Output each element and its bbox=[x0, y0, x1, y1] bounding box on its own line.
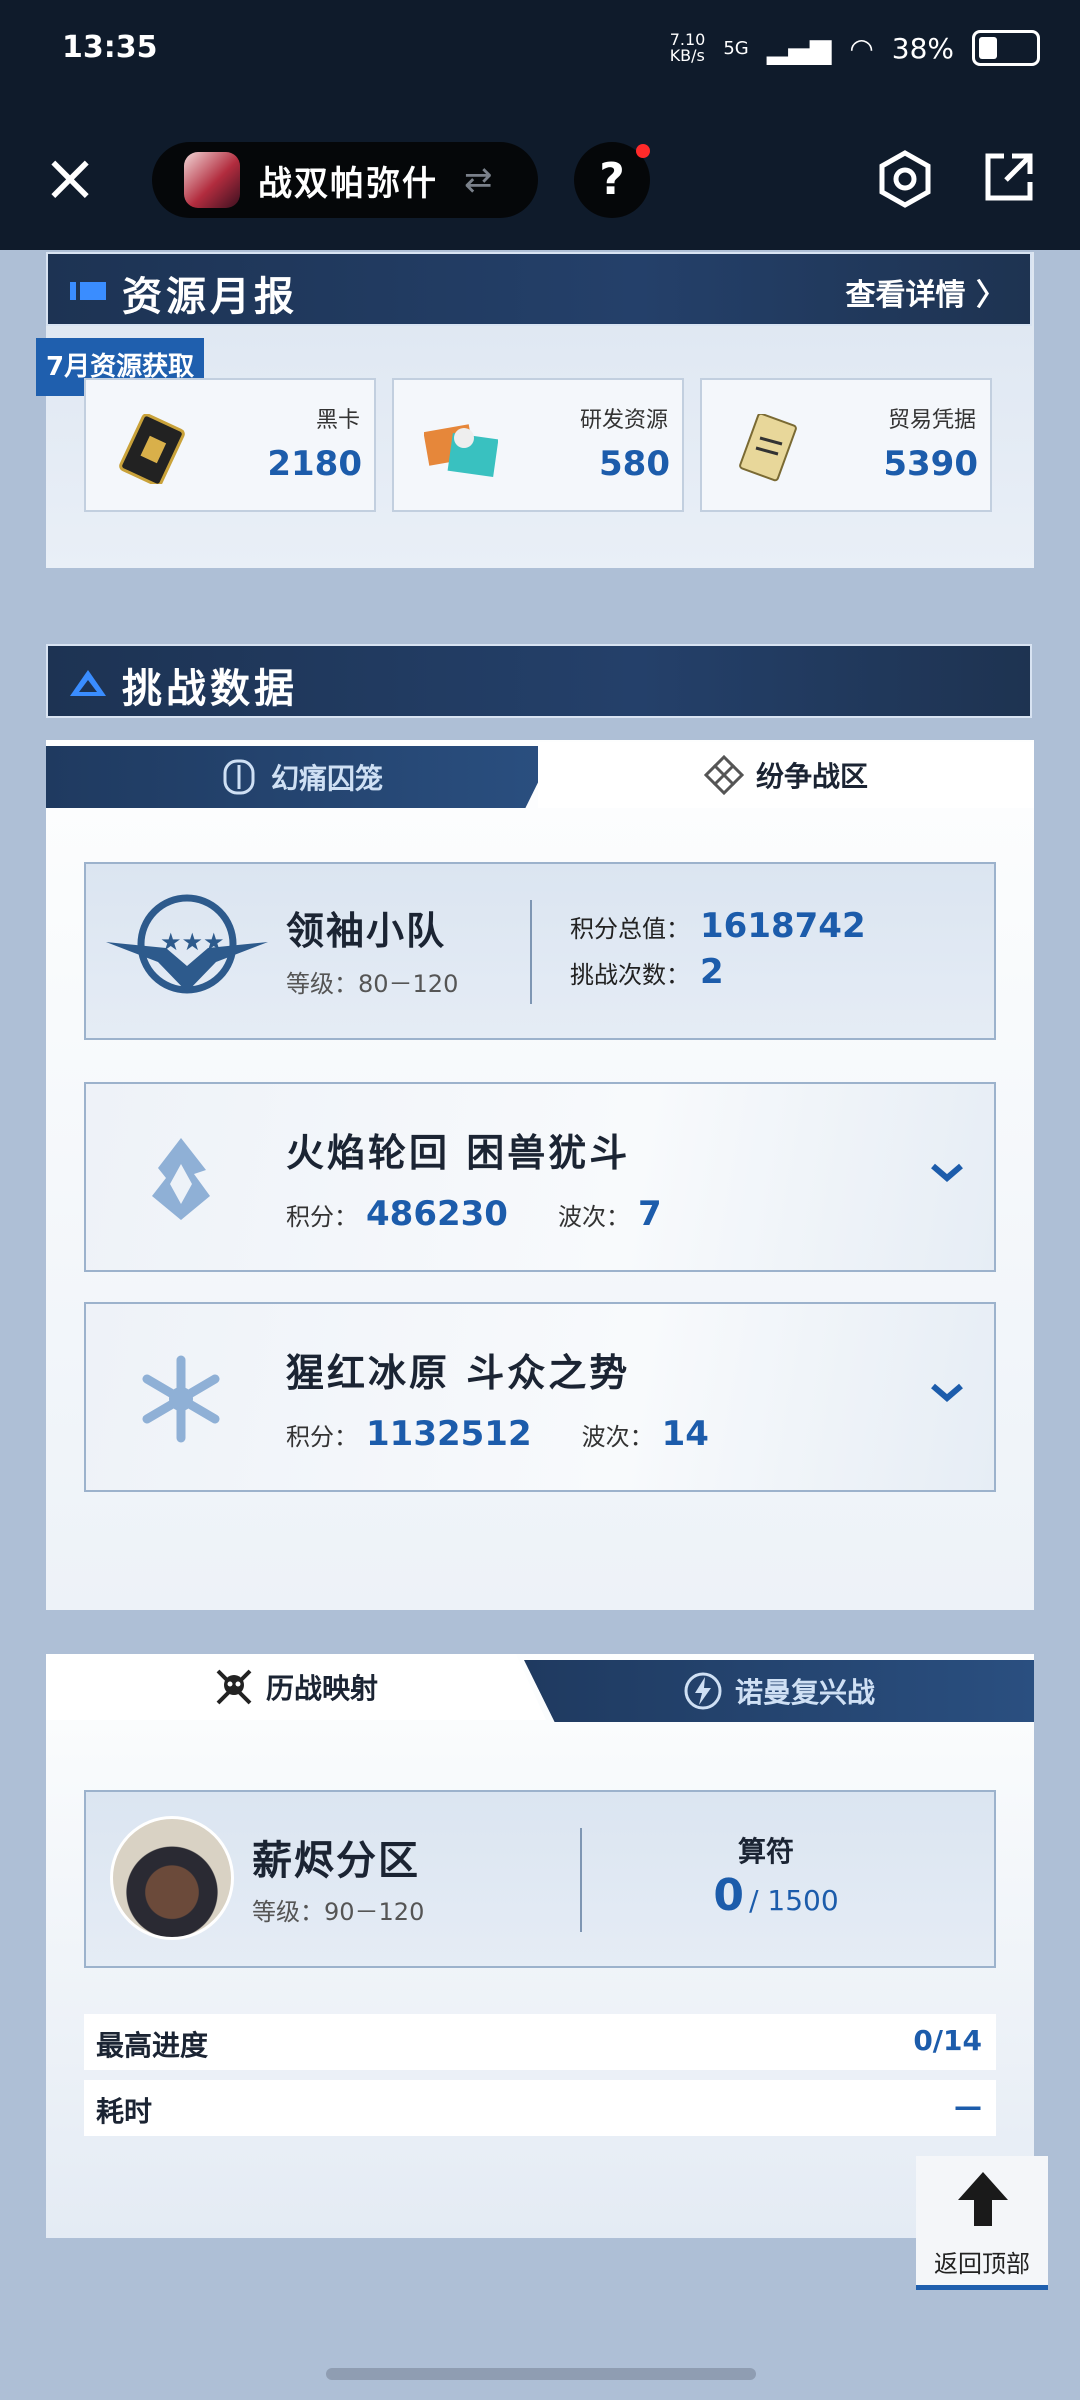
status-icons: 7.10 KB/s 5G ▂▄▆ ◠ 38% bbox=[670, 30, 1040, 66]
resource-label: 研发资源 bbox=[579, 408, 668, 433]
skull-swords-icon bbox=[216, 1669, 252, 1705]
zone-name: 薪烬分区 bbox=[252, 1838, 420, 1884]
best-progress-row: 最高进度 0/14 bbox=[84, 2014, 996, 2070]
tab-history-mapping[interactable]: 历战映射 bbox=[46, 1654, 546, 1720]
resource-card-black-card: 黑卡 2180 bbox=[84, 378, 376, 512]
boss-name: 火焰轮回 困兽犹斗 bbox=[286, 1131, 631, 1175]
score-label: 积分： bbox=[286, 1423, 358, 1451]
status-time: 13:35 bbox=[62, 30, 158, 65]
score-value: 1132512 bbox=[366, 1414, 532, 1454]
challenge-count-label: 挑战次数： bbox=[570, 961, 690, 989]
resource-card-trade-voucher: 贸易凭据 5390 bbox=[700, 378, 992, 512]
zone-level: 等级：90－120 bbox=[252, 1898, 425, 1926]
back-to-top-label: 返回顶部 bbox=[934, 2250, 1030, 2278]
boss-card-flame[interactable]: 火焰轮回 困兽犹斗 积分： 486230 波次： 7 bbox=[84, 1082, 996, 1272]
research-resource-icon bbox=[424, 424, 498, 478]
wifi-icon: ◠ bbox=[849, 31, 874, 65]
challenge-title: 挑战数据 bbox=[122, 666, 298, 712]
resource-value: 580 bbox=[599, 444, 670, 484]
boss-card-frost[interactable]: 猩红冰原 斗众之势 积分： 1132512 波次： 14 bbox=[84, 1302, 996, 1492]
resource-value: 5390 bbox=[883, 444, 978, 484]
view-details-link[interactable]: 查看详情 〉 bbox=[846, 270, 1006, 314]
share-icon[interactable] bbox=[982, 150, 1036, 204]
leader-squad-card: ★★★ 领袖小队 等级：80－120 积分总值： 1618742 挑战次数： 2 bbox=[84, 862, 996, 1040]
wave-label: 波次： bbox=[557, 1203, 630, 1231]
status-bar: 13:35 7.10 KB/s 5G ▂▄▆ ◠ 38% bbox=[0, 0, 1080, 100]
cage-icon bbox=[223, 759, 255, 795]
net-speed: 7.10 KB/s bbox=[669, 30, 706, 65]
resource-card-research: 研发资源 580 bbox=[392, 378, 684, 512]
row-value: 0/14 bbox=[913, 2024, 982, 2057]
avatar bbox=[110, 1816, 234, 1940]
resource-label: 贸易凭据 bbox=[887, 408, 976, 433]
crossed-swords-icon bbox=[703, 755, 744, 795]
challenge-count-value: 2 bbox=[700, 952, 724, 992]
row-label: 耗时 bbox=[96, 2095, 153, 2128]
battery-text: 38% bbox=[891, 31, 954, 65]
total-score-row: 积分总值： 1618742 bbox=[570, 906, 866, 946]
zone-card: 薪烬分区 等级：90－120 算符 0 / 1500 bbox=[84, 1790, 996, 1968]
boss-stats: 积分： 1132512 波次： 14 bbox=[286, 1414, 709, 1454]
boss-stats: 积分： 486230 波次： 7 bbox=[286, 1194, 662, 1234]
black-card-icon bbox=[119, 414, 185, 484]
tab-label: 幻痛囚笼 bbox=[270, 762, 383, 795]
back-to-top-button[interactable]: 返回顶部 bbox=[916, 2156, 1048, 2290]
tab-label: 历战映射 bbox=[265, 1672, 378, 1705]
wave-label: 波次： bbox=[581, 1423, 654, 1451]
home-indicator[interactable] bbox=[326, 2368, 756, 2380]
score-label: 积分： bbox=[286, 1203, 358, 1231]
resource-report-header: 资源月报 查看详情 〉 bbox=[46, 252, 1032, 326]
snowflake-icon bbox=[142, 1355, 220, 1443]
score-value: 486230 bbox=[366, 1194, 508, 1234]
close-icon[interactable]: × bbox=[40, 145, 100, 211]
game-name: 战双帕弥什 bbox=[258, 163, 438, 204]
settings-icon[interactable] bbox=[876, 150, 934, 208]
divider bbox=[530, 900, 532, 1004]
triangle-icon bbox=[70, 670, 106, 696]
tab-label: 诺曼复兴战 bbox=[734, 1676, 875, 1709]
tab-phantom-cage[interactable]: 幻痛囚笼 bbox=[46, 746, 556, 808]
boss-name: 猩红冰原 斗众之势 bbox=[286, 1351, 631, 1395]
total-score-label: 积分总值： bbox=[570, 915, 690, 943]
battery-icon bbox=[972, 30, 1040, 66]
chevron-down-icon[interactable] bbox=[930, 1162, 964, 1184]
game-switcher[interactable]: 战双帕弥什 ⇄ bbox=[152, 142, 538, 218]
swap-icon: ⇄ bbox=[464, 160, 493, 200]
flame-icon bbox=[152, 1138, 210, 1220]
time-spent-row: 耗时 — bbox=[84, 2080, 996, 2136]
sigil-label: 算符 bbox=[737, 1835, 794, 1868]
trade-voucher-icon bbox=[739, 414, 797, 482]
tab-dispute-zone[interactable]: 纷争战区 bbox=[538, 742, 1034, 808]
sigil-progress: 0 / 1500 bbox=[666, 1870, 886, 1921]
game-avatar bbox=[184, 152, 240, 208]
notification-dot bbox=[636, 144, 650, 158]
challenge-count-row: 挑战次数： 2 bbox=[570, 952, 724, 992]
sigil-max: / 1500 bbox=[749, 1884, 839, 1917]
sigil-current: 0 bbox=[713, 1870, 744, 1921]
resource-label: 黑卡 bbox=[315, 408, 360, 433]
row-label: 最高进度 bbox=[96, 2029, 209, 2062]
wave-value: 7 bbox=[637, 1194, 662, 1234]
wave-value: 14 bbox=[661, 1414, 709, 1454]
resource-report-title: 资源月报 bbox=[122, 274, 298, 320]
chevron-down-icon[interactable] bbox=[930, 1382, 964, 1404]
svg-text:★★★: ★★★ bbox=[160, 928, 225, 956]
arrow-up-icon bbox=[958, 2172, 1008, 2226]
section-bar-icon bbox=[70, 282, 106, 300]
row-value: — bbox=[954, 2090, 982, 2123]
squad-level: 等级：80－120 bbox=[286, 970, 459, 998]
squad-name: 领袖小队 bbox=[286, 909, 447, 953]
signal-icon: ▂▄▆ bbox=[766, 31, 832, 65]
divider bbox=[580, 1828, 582, 1932]
lightning-icon bbox=[684, 1672, 722, 1710]
tab-norman-revival[interactable]: 诺曼复兴战 bbox=[524, 1660, 1034, 1722]
tab-label: 纷争战区 bbox=[755, 760, 868, 793]
resource-value: 2180 bbox=[267, 444, 362, 484]
total-score-value: 1618742 bbox=[700, 906, 866, 946]
squad-emblem-icon: ★★★ bbox=[106, 894, 268, 994]
challenge-header: 挑战数据 bbox=[46, 644, 1032, 718]
network-type: 5G bbox=[723, 37, 749, 59]
